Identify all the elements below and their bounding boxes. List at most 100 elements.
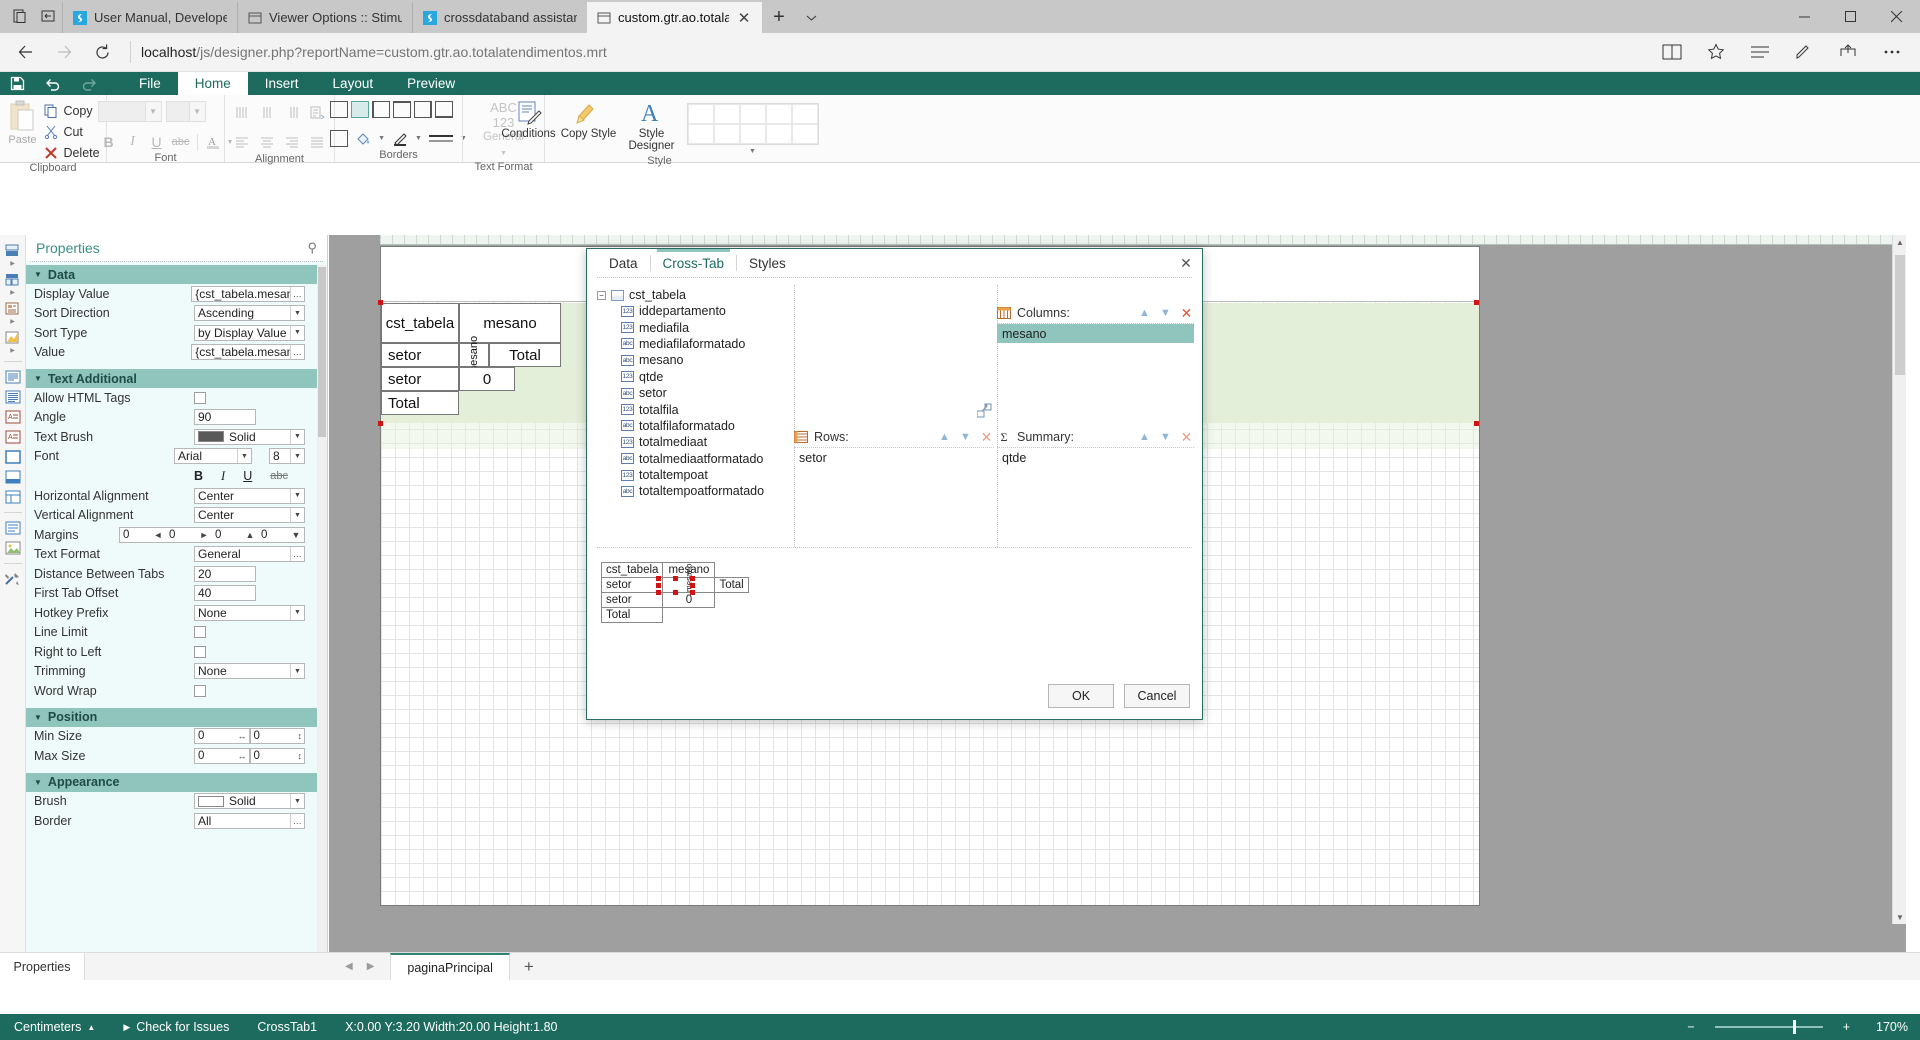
copy-button[interactable]: Copy (44, 101, 105, 120)
list-item[interactable]: setor (794, 448, 994, 467)
preview-cell[interactable]: Total (714, 577, 749, 593)
min-size-input[interactable]: 0 ↔ 0 ↕ (194, 728, 305, 745)
preview-cell[interactable]: Total (600, 607, 664, 623)
chevron-down-icon[interactable]: ▼ (378, 135, 385, 142)
properties-section-position[interactable]: ▼ Position (26, 707, 317, 727)
list-item[interactable]: qtde (997, 448, 1194, 467)
cancel-button[interactable]: Cancel (1124, 684, 1190, 708)
brush-select[interactable]: Solid ▼ (194, 793, 305, 810)
ribbon-tab-file[interactable]: File (122, 72, 178, 95)
allow-html-tags-checkbox[interactable] (194, 391, 206, 404)
word-wrap-checkbox[interactable] (194, 684, 206, 697)
resize-handle[interactable] (378, 421, 383, 426)
textbox-icon[interactable]: A (3, 408, 23, 426)
tab-properties[interactable]: Properties (0, 953, 85, 980)
selection-handle[interactable] (656, 590, 661, 595)
forward-icon[interactable] (46, 36, 82, 68)
remove-icon[interactable]: ✕ (979, 429, 994, 445)
border-input[interactable]: All… (194, 812, 305, 829)
align-justify-icon[interactable] (306, 132, 328, 153)
tools-icon[interactable] (3, 570, 23, 588)
font-family-select[interactable]: Arial ▼ (174, 448, 252, 465)
browser-tab-2[interactable]: crossdataband assistance • (412, 2, 587, 33)
field-item[interactable]: abc totalfilaformatado (597, 418, 794, 434)
bold-button[interactable]: B (98, 132, 120, 152)
underline-button[interactable]: U (146, 132, 168, 152)
set-tabs-aside-icon[interactable] (34, 0, 62, 33)
image-icon[interactable] (3, 539, 23, 557)
scroll-down-icon[interactable]: ▼ (1893, 910, 1906, 924)
sort-direction-select[interactable]: Ascending ▼ (194, 305, 305, 322)
reload-icon[interactable] (84, 36, 120, 68)
font-size-combo[interactable]: ▼ (165, 101, 206, 122)
text-format-input[interactable]: General… (194, 546, 305, 563)
line-limit-checkbox[interactable] (194, 626, 206, 639)
collapse-icon[interactable]: − (597, 290, 606, 300)
border-color-icon[interactable] (389, 128, 411, 149)
new-tab-button[interactable]: + (762, 2, 796, 33)
hub-icon[interactable] (1740, 36, 1780, 68)
field-item[interactable]: abc mesano (597, 352, 794, 368)
datatext-icon[interactable] (3, 519, 23, 537)
margins-input[interactable]: 0 ◄ 0 ► 0 ▲ 0 ▼ (119, 526, 305, 543)
copy-style-button[interactable]: Copy Style (561, 97, 617, 140)
minimize-icon[interactable] (1782, 0, 1828, 33)
table-icon[interactable] (3, 488, 23, 506)
border-left-icon[interactable] (372, 101, 391, 118)
selection-handle[interactable] (673, 576, 678, 581)
dialog-tab-cross-tab[interactable]: Cross-Tab (651, 249, 737, 277)
browser-tab-3[interactable]: custom.gtr.ao.totalatend ✕ (587, 2, 762, 33)
vertical-alignment-select[interactable]: Center ▼ (194, 507, 305, 524)
ribbon-tab-insert[interactable]: Insert (248, 72, 316, 95)
font-color-button[interactable]: A (203, 132, 225, 152)
browser-tab-1[interactable]: Viewer Options :: Stimulsoft (237, 2, 412, 33)
richtext-component-icon[interactable] (3, 388, 23, 406)
resize-handle[interactable] (1474, 300, 1479, 305)
max-size-input[interactable]: 0 ↔ 0 ↕ (194, 747, 305, 764)
columns-list[interactable]: mesano (997, 323, 1194, 423)
summary-list[interactable]: qtde (997, 447, 1194, 547)
remove-icon[interactable]: ✕ (1179, 429, 1194, 445)
delete-button[interactable]: Delete (44, 143, 105, 162)
ribbon-tab-layout[interactable]: Layout (316, 72, 391, 95)
canvas-cell-cst-tabela[interactable]: cst_tabela (381, 303, 459, 343)
field-item[interactable]: abc totaltempoatformatado (597, 483, 794, 499)
rows-list[interactable]: setor (794, 447, 994, 547)
chevron-down-icon[interactable]: ▼ (290, 508, 304, 523)
header-panel-icon[interactable] (3, 468, 23, 486)
border-right-icon[interactable] (414, 101, 433, 118)
field-item[interactable]: 123 totalmediaat (597, 434, 794, 450)
reading-view-icon[interactable] (1652, 36, 1692, 68)
chevron-down-icon[interactable]: ▼ (290, 449, 304, 464)
chevron-down-icon[interactable]: ▼ (415, 135, 422, 142)
text-direction-icon[interactable] (306, 102, 328, 123)
strikeout-button[interactable]: abc (170, 132, 192, 152)
ribbon-tab-home[interactable]: Home (177, 72, 248, 95)
selection-handle[interactable] (656, 583, 661, 588)
align-left-icon[interactable] (231, 132, 253, 153)
address-bar[interactable]: localhost/js/designer.php?reportName=cus… (141, 44, 1650, 60)
ellipsis-icon[interactable]: … (290, 345, 304, 360)
chevron-down-icon[interactable]: ▼ (290, 605, 304, 620)
field-item[interactable]: 123 mediafila (597, 319, 794, 335)
underline-toggle[interactable]: U (243, 469, 252, 483)
horizontal-alignment-select[interactable]: Center ▼ (194, 487, 305, 504)
browser-tab-0[interactable]: User Manual, Developer FAQ (62, 2, 237, 33)
canvas-cell-zero[interactable]: 0 (459, 367, 515, 391)
style-designer-button[interactable]: A Style Designer (621, 97, 683, 152)
font-family-combo[interactable]: ▼ (97, 101, 162, 122)
chevron-down-icon[interactable] (796, 2, 826, 33)
save-icon[interactable] (6, 73, 28, 95)
ellipsis-icon[interactable]: … (290, 813, 304, 828)
properties-section-appearance[interactable]: ▼ Appearance (26, 772, 317, 792)
hotkey-prefix-select[interactable]: None ▼ (194, 604, 305, 621)
bands-icon[interactable] (3, 241, 23, 259)
selection-handle[interactable] (690, 583, 695, 588)
zoom-out-button[interactable]: − (1673, 1014, 1708, 1040)
back-icon[interactable] (8, 36, 44, 68)
scrollbar-thumb[interactable] (318, 267, 326, 437)
font-size-select[interactable]: 8 ▼ (269, 448, 305, 465)
next-page-icon[interactable]: ▶ (367, 961, 375, 972)
italic-button[interactable]: I (122, 132, 144, 152)
border-all-icon[interactable] (330, 101, 349, 118)
